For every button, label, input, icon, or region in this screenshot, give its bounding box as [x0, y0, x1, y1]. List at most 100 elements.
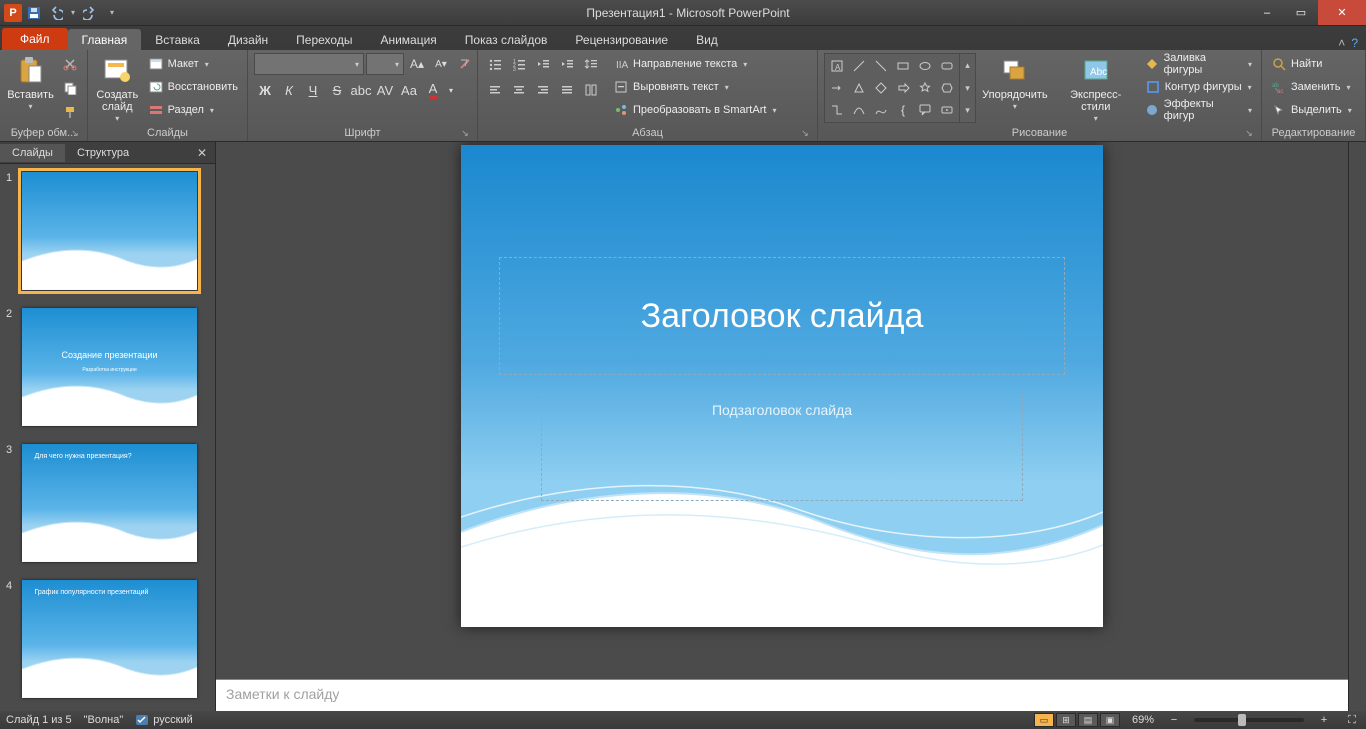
paragraph-launcher-icon[interactable]: ↘	[799, 128, 811, 140]
align-right-icon[interactable]	[532, 79, 554, 101]
layout-button[interactable]: Макет▾	[145, 53, 241, 75]
arrange-button[interactable]: Упорядочить▾	[980, 53, 1050, 114]
find-button[interactable]: Найти	[1268, 53, 1355, 75]
align-text-button[interactable]: Выровнять текст▾	[610, 76, 779, 98]
shadow-icon[interactable]: abc	[350, 79, 372, 101]
shapes-scroll-down-icon[interactable]: ▾	[960, 77, 975, 100]
select-button[interactable]: Выделить▾	[1268, 99, 1355, 121]
shape-rounded-icon[interactable]	[937, 56, 957, 76]
vertical-scrollbar[interactable]	[1348, 142, 1366, 711]
shape-arrow-icon[interactable]	[827, 78, 847, 98]
tab-file[interactable]: Файл	[2, 28, 68, 50]
zoom-out-icon[interactable]: −	[1166, 714, 1182, 726]
replace-button[interactable]: abacЗаменить▾	[1268, 76, 1355, 98]
tab-insert[interactable]: Вставка	[141, 29, 214, 50]
font-size-combo[interactable]: ▾	[366, 53, 404, 75]
strike-icon[interactable]: S	[326, 79, 348, 101]
notes-pane[interactable]: Заметки к слайду	[216, 679, 1348, 711]
shape-diamond-icon[interactable]	[871, 78, 891, 98]
tab-transitions[interactable]: Переходы	[282, 29, 366, 50]
bold-icon[interactable]: Ж	[254, 79, 276, 101]
grow-font-icon[interactable]: A▴	[406, 53, 428, 75]
cut-icon[interactable]	[59, 53, 81, 75]
thumbnail-row[interactable]: 4 График популярности презентаций	[6, 580, 209, 698]
reset-button[interactable]: Восстановить	[145, 76, 241, 98]
shape-oval-icon[interactable]	[915, 56, 935, 76]
shape-fill-button[interactable]: Заливка фигуры▾	[1142, 53, 1255, 75]
shape-lcurve-icon[interactable]	[871, 100, 891, 120]
thumbnail-slide[interactable]: График популярности презентаций	[22, 580, 197, 698]
thumbnails-list[interactable]: 1 2 Создание презентацииРазработка инстр…	[0, 164, 215, 711]
paste-button[interactable]: Вставить ▾	[6, 53, 55, 114]
change-case-icon[interactable]: Aa	[398, 79, 420, 101]
subtitle-placeholder[interactable]: Подзаголовок слайда	[541, 393, 1023, 501]
line-spacing-icon[interactable]	[580, 53, 602, 75]
clipboard-launcher-icon[interactable]: ↘	[69, 128, 81, 140]
sorter-view-icon[interactable]: ⊞	[1056, 713, 1076, 727]
language-indicator[interactable]: русский	[135, 714, 192, 726]
tab-review[interactable]: Рецензирование	[561, 29, 682, 50]
shape-hex-icon[interactable]	[937, 78, 957, 98]
tab-animation[interactable]: Анимация	[366, 29, 450, 50]
font-color-icon[interactable]: A	[422, 79, 444, 101]
zoom-fit-icon[interactable]: ⛶	[1344, 714, 1360, 727]
undo-icon[interactable]	[46, 3, 66, 23]
shape-rect-icon[interactable]	[893, 56, 913, 76]
slideshow-view-icon[interactable]: ▣	[1100, 713, 1120, 727]
columns-icon[interactable]	[580, 79, 602, 101]
shape-outline-button[interactable]: Контур фигуры▾	[1142, 76, 1255, 98]
clear-format-icon[interactable]	[454, 53, 476, 75]
tab-outline[interactable]: Структура	[65, 144, 141, 162]
shape-textbox-icon[interactable]: A	[827, 56, 847, 76]
save-icon[interactable]	[24, 3, 44, 23]
align-center-icon[interactable]	[508, 79, 530, 101]
thumbnail-row[interactable]: 3 Для чего нужна презентация?	[6, 444, 209, 562]
thumbnail-slide[interactable]: Для чего нужна презентация?	[22, 444, 197, 562]
increase-indent-icon[interactable]	[556, 53, 578, 75]
drawing-launcher-icon[interactable]: ↘	[1243, 128, 1255, 140]
italic-icon[interactable]: К	[278, 79, 300, 101]
shape-callout-icon[interactable]	[915, 100, 935, 120]
font-launcher-icon[interactable]: ↘	[459, 128, 471, 140]
app-icon[interactable]: P	[4, 4, 22, 22]
thumbnail-slide[interactable]: Создание презентацииРазработка инструкци…	[22, 308, 197, 426]
redo-icon[interactable]	[80, 3, 100, 23]
shape-brace-icon[interactable]: {	[893, 100, 913, 120]
shrink-font-icon[interactable]: A▾	[430, 53, 452, 75]
shape-line-icon[interactable]	[849, 56, 869, 76]
zoom-slider[interactable]	[1194, 718, 1304, 722]
slide-canvas[interactable]: Заголовок слайда Подзаголовок слайда	[216, 142, 1348, 673]
convert-smartart-button[interactable]: Преобразовать в SmartArt▾	[610, 99, 779, 121]
underline-icon[interactable]: Ч	[302, 79, 324, 101]
close-panel-icon[interactable]: ✕	[189, 146, 215, 160]
shape-connector-icon[interactable]	[827, 100, 847, 120]
zoom-in-icon[interactable]: +	[1316, 714, 1332, 726]
char-spacing-icon[interactable]: AV	[374, 79, 396, 101]
reading-view-icon[interactable]: ▤	[1078, 713, 1098, 727]
minimize-ribbon-icon[interactable]: ˄	[1338, 36, 1345, 50]
shape-effects-button[interactable]: Эффекты фигур▾	[1142, 99, 1255, 121]
shapes-scroll-up-icon[interactable]: ▴	[960, 54, 975, 77]
shapes-more-icon[interactable]: ▾	[960, 99, 975, 122]
qat-customize-icon[interactable]: ▾	[102, 3, 122, 23]
shape-line2-icon[interactable]	[871, 56, 891, 76]
justify-icon[interactable]	[556, 79, 578, 101]
current-slide[interactable]: Заголовок слайда Подзаголовок слайда	[461, 145, 1103, 627]
tab-slides-thumb[interactable]: Слайды	[0, 144, 65, 162]
help-icon[interactable]: ?	[1351, 36, 1358, 50]
shapes-gallery[interactable]: A {	[824, 53, 976, 123]
zoom-level[interactable]: 69%	[1132, 714, 1154, 726]
maximize-button[interactable]: ▭	[1284, 0, 1318, 25]
copy-icon[interactable]	[59, 77, 81, 99]
tab-design[interactable]: Дизайн	[214, 29, 282, 50]
close-button[interactable]: ✕	[1318, 0, 1366, 25]
bullets-icon[interactable]	[484, 53, 506, 75]
align-left-icon[interactable]	[484, 79, 506, 101]
thumbnail-slide[interactable]	[22, 172, 197, 290]
font-family-combo[interactable]: ▾	[254, 53, 364, 75]
shape-triangle-icon[interactable]	[849, 78, 869, 98]
shape-curve-icon[interactable]	[849, 100, 869, 120]
format-painter-icon[interactable]	[59, 101, 81, 123]
normal-view-icon[interactable]: ▭	[1034, 713, 1054, 727]
thumbnail-row[interactable]: 1	[6, 172, 209, 290]
